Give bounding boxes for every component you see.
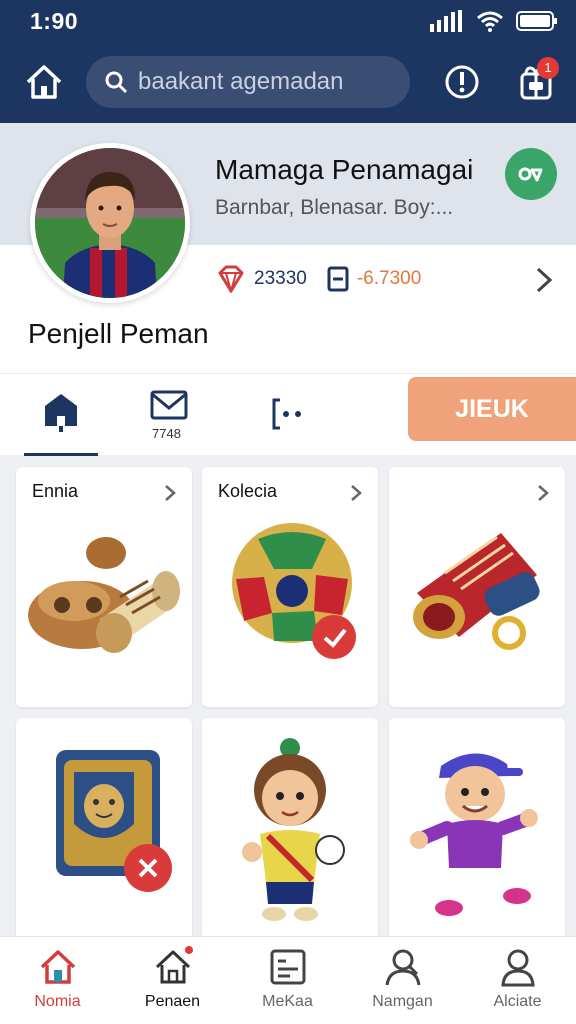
ball-image (232, 523, 356, 659)
wifi-icon (477, 11, 503, 32)
chevron-right-icon (351, 485, 362, 501)
stat-balance: -6.7300 (356, 268, 422, 289)
card-figure-boy[interactable] (389, 718, 565, 940)
gem-icon (218, 265, 244, 293)
stat-gems: 23330 (254, 268, 307, 289)
avatar[interactable] (30, 143, 190, 303)
wooden-items-image (28, 537, 180, 653)
avatar-portrait (35, 148, 185, 298)
profile-title: Mamaga Penamagai (215, 154, 474, 185)
jieuk-button[interactable]: JIEUK (408, 377, 576, 441)
tag-icon (518, 167, 543, 182)
nav-label: Nomia (34, 993, 81, 1010)
card-title: Ennia (32, 481, 79, 501)
follow-button[interactable] (505, 148, 557, 200)
wallet-icon (327, 266, 349, 292)
status-bar: 1:90 (0, 0, 576, 44)
nav-label: MeKaa (262, 993, 313, 1010)
profile-subtitle: Barnbar, Blenasar. Boy:... (215, 196, 454, 219)
card-figure-girl[interactable] (202, 718, 378, 940)
card-shield[interactable] (16, 718, 192, 940)
chevron-right-icon (538, 485, 549, 501)
search-placeholder: baakant agemadan (138, 68, 344, 95)
boot-image (413, 533, 540, 650)
house-icon (45, 394, 77, 432)
share-icon (272, 398, 301, 430)
signal-icon (430, 10, 462, 32)
figure-girl-image (242, 738, 345, 921)
tab-share[interactable] (266, 374, 310, 456)
user-name: Penjell Peman (28, 318, 209, 349)
notification-badge: 1 (537, 57, 559, 79)
nav-item-alciate[interactable]: Alciate (460, 937, 575, 1024)
nav-label: Namgan (372, 993, 433, 1010)
nav-item-namgan[interactable]: Namgan (345, 937, 460, 1024)
status-icons (430, 10, 558, 32)
person-icon (385, 949, 421, 986)
top-bar: 1:90 baakant agemadan 1 (0, 0, 576, 123)
status-time: 1:90 (30, 8, 79, 34)
nav-label: Alciate (493, 993, 542, 1010)
nav-item-nomia[interactable]: Nomia (0, 937, 115, 1024)
card-kolecia[interactable]: Kolecia (202, 467, 378, 707)
tab-home[interactable] (24, 374, 98, 456)
tab-messages-label: 7748 (152, 426, 181, 441)
chevron-right-icon (165, 485, 176, 501)
home-icon (40, 950, 76, 984)
bottom-nav: Nomia Penaen MeKaa Namgan Alciate (0, 936, 576, 1024)
chevron-right-icon[interactable] (530, 265, 556, 295)
card-ennia[interactable]: Ennia (16, 467, 192, 707)
nav-item-mekaa[interactable]: MeKaa (230, 937, 345, 1024)
figure-boy-image (410, 753, 538, 916)
nav-label: Penaen (144, 993, 201, 1010)
home-icon[interactable] (22, 60, 66, 104)
nav-badge (183, 944, 195, 956)
battery-icon (516, 11, 557, 31)
search-bar[interactable]: baakant agemadan (86, 56, 410, 108)
search-icon (105, 71, 128, 94)
tab-messages[interactable]: 7748 (140, 374, 200, 456)
card-boot[interactable] (389, 467, 565, 707)
card-title: Kolecia (218, 481, 278, 501)
alert-icon[interactable] (440, 60, 484, 104)
nav-item-penaen[interactable]: Penaen (115, 937, 230, 1024)
profile-icon (501, 949, 535, 987)
tab-indicator (24, 453, 98, 456)
list-icon (270, 949, 306, 985)
shield-card-image (56, 750, 172, 892)
profile-stats: 23330 -6.7300 (216, 264, 421, 294)
